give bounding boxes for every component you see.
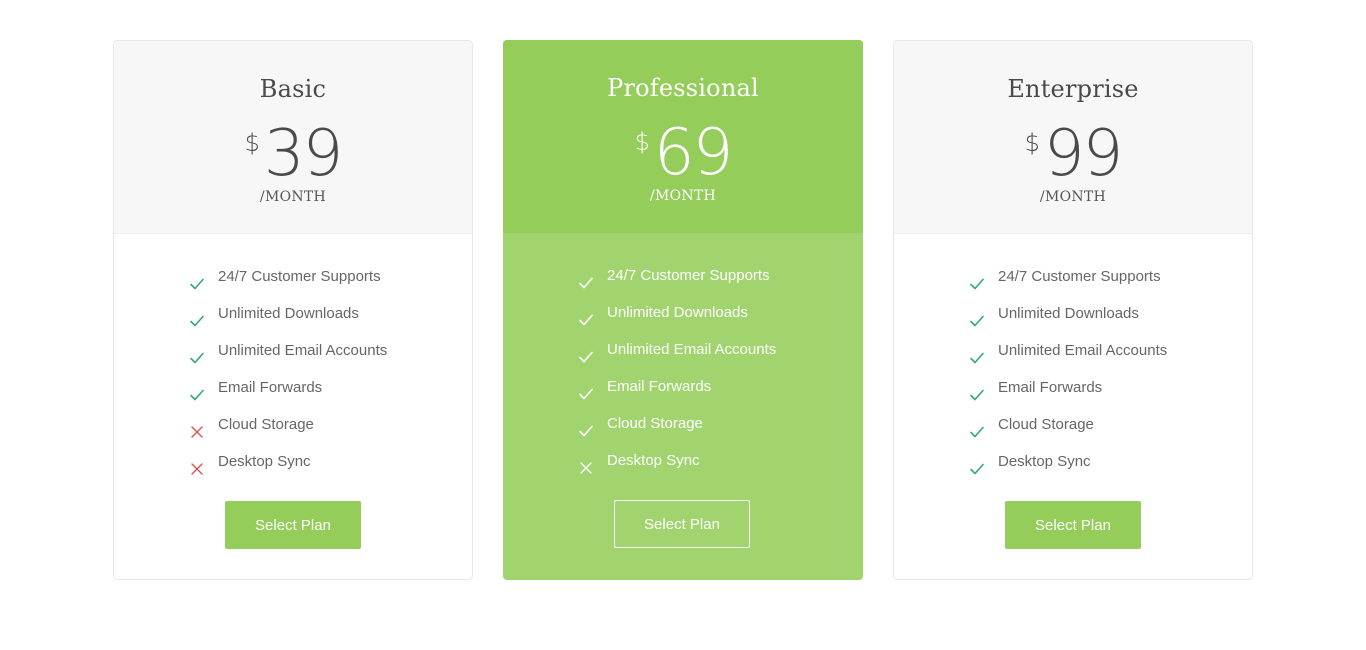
check-icon (969, 454, 985, 475)
billing-period: /MONTH (259, 189, 327, 205)
feature-item: Cloud Storage (114, 406, 472, 443)
feature-item: Cloud Storage (503, 405, 863, 442)
feature-list: 24/7 Customer Supports Unlimited Downloa… (894, 258, 1252, 480)
cross-icon (578, 453, 594, 474)
feature-list: 24/7 Customer Supports Unlimited Downloa… (503, 257, 863, 479)
feature-item: Desktop Sync (114, 443, 472, 480)
price-amount: 69 (653, 116, 733, 190)
feature-item: Unlimited Email Accounts (503, 331, 863, 368)
check-icon (578, 342, 594, 363)
feature-label: Desktop Sync (218, 453, 311, 470)
feature-label: Unlimited Email Accounts (998, 342, 1168, 359)
feature-label: 24/7 Customer Supports (607, 267, 770, 284)
check-icon (578, 268, 594, 289)
feature-item: Desktop Sync (503, 442, 863, 479)
check-icon (189, 269, 205, 290)
pricing-card-basic: Basic $39 /MONTH 24/7 Customer Supports … (113, 40, 473, 580)
check-icon (189, 343, 205, 364)
currency-symbol: $ (1024, 129, 1040, 157)
check-icon (969, 380, 985, 401)
feature-label: Unlimited Email Accounts (218, 342, 388, 359)
feature-item: Email Forwards (894, 369, 1252, 406)
feature-label: Cloud Storage (218, 416, 314, 433)
cross-icon (189, 417, 205, 438)
check-icon (969, 417, 985, 438)
price-amount: 99 (1043, 117, 1123, 191)
check-icon (578, 379, 594, 400)
check-icon (189, 306, 205, 327)
card-header: Professional $69 /MONTH (503, 40, 863, 233)
currency-symbol: $ (634, 128, 650, 156)
feature-label: Unlimited Downloads (218, 305, 359, 322)
plan-name: Enterprise (1007, 75, 1139, 103)
feature-item: 24/7 Customer Supports (503, 257, 863, 294)
feature-label: Cloud Storage (607, 415, 703, 432)
check-icon (189, 380, 205, 401)
feature-list: 24/7 Customer Supports Unlimited Downloa… (114, 258, 472, 480)
feature-item: 24/7 Customer Supports (894, 258, 1252, 295)
feature-label: Email Forwards (998, 379, 1103, 396)
feature-label: Desktop Sync (607, 452, 700, 469)
feature-label: Cloud Storage (998, 416, 1094, 433)
feature-label: Unlimited Email Accounts (607, 341, 777, 358)
billing-period: /MONTH (649, 188, 717, 204)
feature-label: 24/7 Customer Supports (998, 268, 1161, 285)
feature-item: Unlimited Downloads (503, 294, 863, 331)
feature-item: Unlimited Email Accounts (894, 332, 1252, 369)
select-plan-button-basic[interactable]: Select Plan (225, 501, 361, 549)
pricing-card-enterprise: Enterprise $99 /MONTH 24/7 Customer Supp… (893, 40, 1253, 580)
feature-item: 24/7 Customer Supports (114, 258, 472, 295)
card-header: Basic $39 /MONTH (114, 41, 472, 234)
check-icon (969, 269, 985, 290)
price-amount: 39 (263, 117, 343, 191)
price: $39 (114, 119, 472, 189)
select-plan-button-enterprise[interactable]: Select Plan (1005, 501, 1141, 549)
check-icon (969, 343, 985, 364)
check-icon (578, 416, 594, 437)
feature-item: Desktop Sync (894, 443, 1252, 480)
feature-item: Unlimited Email Accounts (114, 332, 472, 369)
currency-symbol: $ (244, 129, 260, 157)
plan-name: Professional (607, 74, 759, 102)
feature-item: Email Forwards (503, 368, 863, 405)
plan-name: Basic (259, 75, 327, 103)
feature-label: Desktop Sync (998, 453, 1091, 470)
pricing-card-professional: Professional $69 /MONTH 24/7 Customer Su… (503, 40, 863, 580)
card-header: Enterprise $99 /MONTH (894, 41, 1252, 234)
feature-label: Email Forwards (218, 379, 323, 396)
feature-label: 24/7 Customer Supports (218, 268, 381, 285)
feature-item: Unlimited Downloads (894, 295, 1252, 332)
price: $99 (894, 119, 1252, 189)
select-plan-button-professional[interactable]: Select Plan (614, 500, 750, 548)
cross-icon (189, 454, 205, 475)
feature-item: Unlimited Downloads (114, 295, 472, 332)
check-icon (969, 306, 985, 327)
pricing-table: Basic $39 /MONTH 24/7 Customer Supports … (0, 0, 1366, 650)
feature-item: Email Forwards (114, 369, 472, 406)
feature-label: Unlimited Downloads (998, 305, 1139, 322)
feature-label: Unlimited Downloads (607, 304, 748, 321)
feature-item: Cloud Storage (894, 406, 1252, 443)
check-icon (578, 305, 594, 326)
feature-label: Email Forwards (607, 378, 712, 395)
price: $69 (503, 118, 863, 188)
billing-period: /MONTH (1039, 189, 1107, 205)
